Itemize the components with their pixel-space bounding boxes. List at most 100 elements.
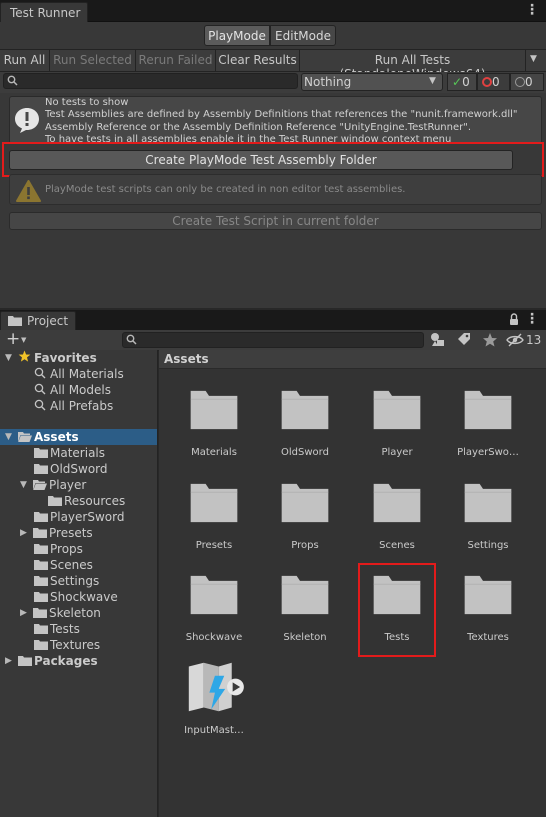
folder-icon <box>34 461 48 477</box>
test-runner-menu-icon[interactable]: ⋮ <box>525 3 539 18</box>
favorites-all-materials[interactable]: All Materials <box>0 366 157 382</box>
folder-icon <box>372 389 422 434</box>
folder-icon <box>18 653 32 669</box>
category-filter-dropdown[interactable]: Nothing <box>301 73 443 91</box>
tree-row-label: Favorites <box>34 351 97 365</box>
tree-row-label: Scenes <box>50 558 93 572</box>
asset-folder-skeleton[interactable]: Skeleton <box>260 568 350 658</box>
expand-right-icon[interactable]: ▶ <box>20 605 27 621</box>
asset-folder-props[interactable]: Props <box>260 476 350 566</box>
tree-folder-props[interactable]: Props <box>0 541 157 557</box>
project-search-input[interactable] <box>122 332 424 348</box>
run-all-tests-button[interactable]: Run All Tests (StandaloneWindows64) <box>300 50 526 81</box>
editmode-tab[interactable]: EditMode <box>270 25 336 46</box>
asset-folder-settings[interactable]: Settings <box>443 476 533 566</box>
tree-folder-settings[interactable]: Settings <box>0 573 157 589</box>
tree-folder-resources[interactable]: Resources <box>0 493 157 509</box>
asset-folder-playerswo[interactable]: PlayerSwo… <box>443 383 533 473</box>
info-icon <box>15 108 39 133</box>
create-test-script-button[interactable]: Create Test Script in current folder <box>9 212 542 230</box>
tree-row-label: OldSword <box>50 462 108 476</box>
tree-row-label: Resources <box>64 494 126 508</box>
run-all-button[interactable]: Run All <box>0 50 50 71</box>
asset-label: Scenes <box>379 540 415 551</box>
folder-icon <box>189 389 239 434</box>
expand-right-icon[interactable]: ▶ <box>5 653 12 669</box>
failed-filter-toggle[interactable]: 0 <box>477 73 510 91</box>
label-tag-icon[interactable] <box>455 331 473 349</box>
tree-folder-tests[interactable]: Tests <box>0 621 157 637</box>
asset-folder-oldsword[interactable]: OldSword <box>260 383 350 473</box>
run-selected-button[interactable]: Run Selected <box>50 50 136 71</box>
folder-icon <box>34 589 48 605</box>
folder-icon <box>33 525 47 541</box>
playmode-tab[interactable]: PlayMode <box>204 25 270 46</box>
test-search-input[interactable] <box>3 73 298 89</box>
skipped-filter-toggle[interactable]: 0 <box>510 73 544 91</box>
grid-breadcrumb: Assets <box>159 350 546 369</box>
project-tabbar <box>0 310 546 330</box>
expand-down-icon[interactable]: ▼ <box>5 429 12 445</box>
rerun-failed-button[interactable]: Rerun Failed <box>136 50 216 71</box>
checkmark-icon: ✓ <box>452 75 463 89</box>
tree-folder-playersword[interactable]: PlayerSword <box>0 509 157 525</box>
hidden-packages-count: 13 <box>526 333 542 347</box>
project-menu-icon[interactable]: ⋮ <box>525 312 539 326</box>
tree-folder-oldsword[interactable]: OldSword <box>0 461 157 477</box>
tree-row-label: All Materials <box>50 367 124 381</box>
tree-folder-scenes[interactable]: Scenes <box>0 557 157 573</box>
test-runner-tab[interactable]: Test Runner <box>0 2 88 22</box>
tree-folder-materials[interactable]: Materials <box>0 445 157 461</box>
expand-down-icon[interactable]: ▼ <box>5 350 12 366</box>
favorites-all-models[interactable]: All Models <box>0 382 157 398</box>
asset-folder-presets[interactable]: Presets <box>169 476 259 566</box>
highlight-box <box>2 142 544 177</box>
asset-input-actions-inputmast[interactable]: InputMast… <box>169 661 259 751</box>
tree-packages[interactable]: ▶ Packages <box>0 653 157 669</box>
asset-label: Settings <box>467 540 509 551</box>
tree-assets[interactable]: ▼ Assets <box>0 429 157 445</box>
asset-label: Props <box>291 540 319 551</box>
tree-folder-textures[interactable]: Textures <box>0 637 157 653</box>
skipped-count: 0 <box>525 75 533 89</box>
tree-folder-skeleton[interactable]: ▶ Skeleton <box>0 605 157 621</box>
failed-count: 0 <box>492 75 500 89</box>
asset-folder-shockwave[interactable]: Shockwave <box>169 568 259 658</box>
favorites-header[interactable]: ▼ Favorites <box>0 350 157 366</box>
asset-folder-scenes[interactable]: Scenes <box>352 476 442 566</box>
asset-label: Textures <box>467 632 509 643</box>
lock-icon[interactable] <box>509 313 519 326</box>
folder-icon <box>33 477 47 493</box>
favorites-all-prefabs[interactable]: All Prefabs <box>0 398 157 414</box>
search-icon <box>34 366 46 382</box>
folder-icon <box>34 509 48 525</box>
folder-icon <box>34 541 48 557</box>
clear-results-button[interactable]: Clear Results <box>216 50 300 71</box>
folder-icon <box>34 445 48 461</box>
folder-icon <box>189 574 239 619</box>
tree-folder-shockwave[interactable]: Shockwave <box>0 589 157 605</box>
tree-row-label: Tests <box>50 622 80 636</box>
create-plus-icon[interactable]: + <box>6 331 20 348</box>
passed-filter-toggle[interactable]: ✓0 <box>447 73 477 91</box>
tree-folder-player[interactable]: ▼ Player <box>0 477 157 493</box>
hidden-packages-icon[interactable] <box>506 331 524 349</box>
search-by-type-icon[interactable] <box>429 331 447 349</box>
asset-folder-materials[interactable]: Materials <box>169 383 259 473</box>
passed-count: 0 <box>462 75 470 89</box>
run-all-tests-dropdown-icon[interactable]: ▼ <box>530 54 537 64</box>
folder-icon <box>372 482 422 527</box>
favorite-star-icon[interactable] <box>481 331 499 349</box>
expand-down-icon[interactable]: ▼ <box>20 477 27 493</box>
asset-folder-textures[interactable]: Textures <box>443 568 533 658</box>
tree-folder-presets[interactable]: ▶ Presets <box>0 525 157 541</box>
tree-row-label: All Models <box>50 383 111 397</box>
expand-right-icon[interactable]: ▶ <box>20 525 27 541</box>
tree-row-label: PlayerSword <box>50 510 125 524</box>
asset-folder-player[interactable]: Player <box>352 383 442 473</box>
highlight-box <box>358 563 436 657</box>
failed-icon <box>482 77 492 87</box>
help-title: No tests to show <box>45 97 129 108</box>
tree-row-label: Presets <box>49 526 93 540</box>
asset-label: InputMast… <box>184 725 244 736</box>
